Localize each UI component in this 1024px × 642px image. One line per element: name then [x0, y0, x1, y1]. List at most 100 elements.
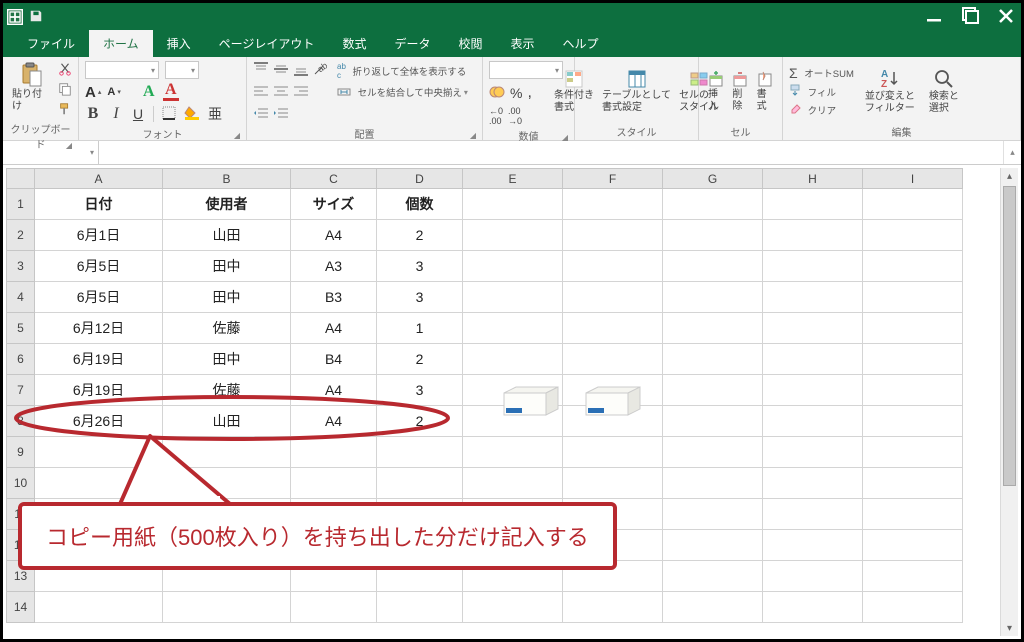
orientation-icon[interactable]: ab — [313, 62, 327, 79]
cell[interactable] — [663, 282, 763, 313]
tab-formulas[interactable]: 数式 — [328, 30, 380, 57]
row-header[interactable]: 5 — [7, 313, 35, 344]
cell[interactable] — [377, 468, 463, 499]
fill-button[interactable]: フィル — [789, 84, 854, 99]
cell[interactable] — [663, 468, 763, 499]
cell[interactable]: 個数 — [377, 189, 463, 220]
cell[interactable] — [763, 406, 863, 437]
cell[interactable] — [463, 282, 563, 313]
cell[interactable]: 2 — [377, 344, 463, 375]
cell[interactable] — [35, 468, 163, 499]
cell[interactable] — [863, 220, 963, 251]
cell[interactable] — [663, 499, 763, 530]
cell[interactable] — [163, 530, 291, 561]
cell[interactable] — [863, 189, 963, 220]
cell[interactable] — [663, 530, 763, 561]
tab-review[interactable]: 校閲 — [444, 30, 496, 57]
align-top-icon[interactable] — [253, 62, 269, 79]
cell[interactable]: 2 — [377, 220, 463, 251]
cell[interactable] — [163, 592, 291, 623]
cell[interactable] — [663, 561, 763, 592]
cell[interactable]: 日付 — [35, 189, 163, 220]
cell[interactable] — [863, 592, 963, 623]
font-family-dropdown[interactable]: ▾ — [85, 61, 159, 79]
bold-button[interactable]: B — [85, 105, 101, 123]
cell[interactable] — [163, 561, 291, 592]
cell[interactable] — [763, 282, 863, 313]
cell[interactable] — [663, 220, 763, 251]
cell[interactable] — [291, 592, 377, 623]
cell[interactable] — [763, 375, 863, 406]
cell[interactable] — [377, 561, 463, 592]
cell[interactable] — [291, 437, 377, 468]
minimize-button[interactable] — [925, 7, 943, 28]
cell[interactable]: 2 — [377, 406, 463, 437]
cell[interactable]: A4 — [291, 406, 377, 437]
cell[interactable] — [763, 437, 863, 468]
row-header[interactable]: 8 — [7, 406, 35, 437]
decrease-decimal-icon[interactable]: .00→0 — [508, 106, 522, 126]
format-painter-icon[interactable] — [58, 102, 72, 119]
scroll-down-icon[interactable]: ▾ — [1001, 620, 1018, 636]
cell[interactable]: B3 — [291, 282, 377, 313]
row-header[interactable]: 7 — [7, 375, 35, 406]
increase-indent-icon[interactable] — [273, 106, 289, 123]
row-header[interactable]: 11 — [7, 499, 35, 530]
cell[interactable] — [863, 251, 963, 282]
cell[interactable]: 6月26日 — [35, 406, 163, 437]
cell[interactable]: 使用者 — [163, 189, 291, 220]
cell[interactable] — [863, 499, 963, 530]
cell[interactable] — [563, 561, 663, 592]
scroll-up-icon[interactable]: ▴ — [1001, 168, 1018, 184]
column-header[interactable]: A — [35, 169, 163, 189]
cell[interactable] — [291, 530, 377, 561]
cell[interactable] — [663, 437, 763, 468]
launcher-icon[interactable]: ◢ — [562, 133, 568, 142]
row-header[interactable]: 1 — [7, 189, 35, 220]
cell[interactable] — [563, 468, 663, 499]
cell[interactable]: A4 — [291, 220, 377, 251]
delete-cells-button[interactable]: 削除 — [729, 68, 751, 114]
cell[interactable] — [377, 499, 463, 530]
decrease-font-icon[interactable]: A — [107, 86, 115, 98]
cell[interactable] — [863, 561, 963, 592]
comma-icon[interactable]: , — [527, 84, 531, 102]
cell[interactable]: 田中 — [163, 251, 291, 282]
row-header[interactable]: 6 — [7, 344, 35, 375]
merge-center-button[interactable]: セルを結合して中央揃え▾ — [337, 85, 468, 99]
cell[interactable]: 3 — [377, 375, 463, 406]
ruby-icon[interactable]: 亜 — [208, 104, 222, 124]
paste-button[interactable]: 貼り付け — [9, 60, 54, 114]
row-header[interactable]: 4 — [7, 282, 35, 313]
increase-decimal-icon[interactable]: ←0.00 — [489, 106, 503, 126]
cell[interactable] — [163, 499, 291, 530]
cell[interactable] — [463, 189, 563, 220]
launcher-icon[interactable]: ◢ — [66, 141, 72, 150]
border-icon[interactable] — [162, 106, 176, 123]
cell[interactable] — [163, 468, 291, 499]
cell[interactable] — [291, 499, 377, 530]
cell[interactable]: 6月5日 — [35, 251, 163, 282]
percent-icon[interactable]: % — [510, 85, 522, 101]
cell[interactable] — [863, 375, 963, 406]
cell[interactable] — [763, 189, 863, 220]
cell[interactable] — [463, 344, 563, 375]
row-header[interactable]: 2 — [7, 220, 35, 251]
cell[interactable] — [463, 251, 563, 282]
cell[interactable] — [463, 220, 563, 251]
cell[interactable] — [863, 313, 963, 344]
cell[interactable] — [763, 592, 863, 623]
row-header[interactable]: 9 — [7, 437, 35, 468]
cell[interactable]: A3 — [291, 251, 377, 282]
tab-insert[interactable]: 挿入 — [153, 30, 205, 57]
cell[interactable] — [563, 313, 663, 344]
row-header[interactable]: 10 — [7, 468, 35, 499]
align-right-icon[interactable] — [293, 84, 309, 101]
cell[interactable] — [763, 561, 863, 592]
cell[interactable]: 田中 — [163, 282, 291, 313]
cell[interactable] — [663, 189, 763, 220]
cell[interactable] — [163, 437, 291, 468]
cell[interactable]: 田中 — [163, 344, 291, 375]
cell[interactable] — [763, 499, 863, 530]
cell[interactable] — [763, 251, 863, 282]
